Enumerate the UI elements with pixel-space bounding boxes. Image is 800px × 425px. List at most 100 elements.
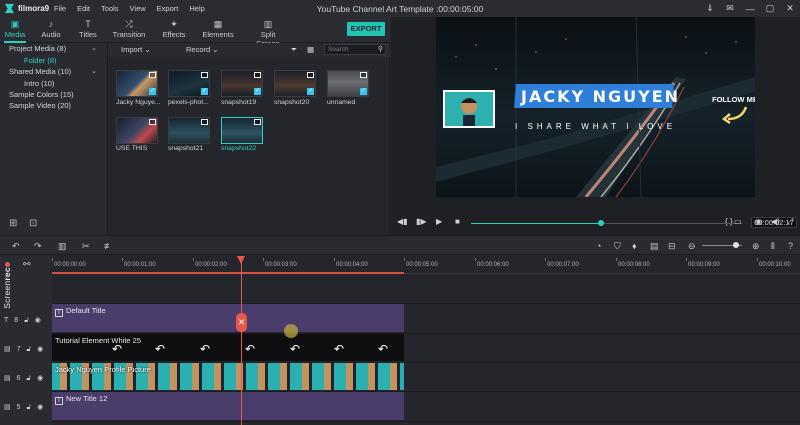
lock-icon[interactable]: 🔓︎ xyxy=(27,375,32,382)
delete-icon[interactable]: ▥ xyxy=(58,241,67,252)
media-thumbnail[interactable]: ✓ xyxy=(327,70,369,97)
download-icon[interactable]: ⇓ xyxy=(700,3,720,14)
menu-tools[interactable]: Tools xyxy=(101,4,119,13)
menu-edit[interactable]: Edit xyxy=(77,4,90,13)
track-manager-icon[interactable]: ⫴ xyxy=(771,241,775,252)
playhead-handle[interactable] xyxy=(237,256,245,264)
zoom-slider-handle[interactable] xyxy=(733,242,739,248)
grid-view-icon[interactable]: ▦ xyxy=(307,45,314,54)
media-folder-icon: ▣ xyxy=(10,19,20,29)
play-pause-icon[interactable]: ▮▶ xyxy=(416,217,427,226)
volume-icon[interactable]: ◀) xyxy=(771,217,780,226)
split-marker-icon[interactable]: ✕ xyxy=(236,313,247,332)
media-item-label: snapshot20 xyxy=(274,99,310,106)
media-thumbnail[interactable]: ✓ xyxy=(116,70,158,97)
checkmark-icon: ✓ xyxy=(360,88,367,95)
tab-media[interactable]: ▣ Media xyxy=(4,19,26,43)
eye-icon[interactable]: ◉ xyxy=(37,404,43,411)
tab-transition[interactable]: ⤮ Transition xyxy=(112,19,146,39)
media-thumbnail[interactable]: ✓ xyxy=(168,70,210,97)
eye-icon[interactable]: ◉ xyxy=(35,317,41,324)
play-icon[interactable]: ▶ xyxy=(436,217,442,226)
stop-icon[interactable]: ■ xyxy=(455,217,460,226)
tree-item-sample-colors[interactable]: Sample Colors (15) xyxy=(9,90,97,100)
playhead-line[interactable] xyxy=(241,256,242,425)
ruler-tick-label: 00:00:03:00 xyxy=(263,258,297,268)
brace-markers[interactable]: { } xyxy=(725,217,733,226)
zoom-out-icon[interactable]: ⊖ xyxy=(688,241,696,252)
menu-file[interactable]: File xyxy=(54,4,66,13)
adjust-icon[interactable]: ≢ xyxy=(104,241,113,251)
record-dropdown[interactable]: Record ⌄ xyxy=(186,45,219,54)
help-icon[interactable]: ? xyxy=(788,241,793,251)
lock-icon[interactable]: 🔓︎ xyxy=(24,317,29,324)
add-folder-icon[interactable]: ⊞ xyxy=(9,218,17,229)
track-number: 5 xyxy=(16,404,21,411)
marker-icon[interactable]: ⛉ xyxy=(614,241,621,252)
render-icon[interactable]: ◔ xyxy=(596,241,601,251)
track-header-6: ▤ 6 🔓︎ ◉ xyxy=(4,374,49,383)
audio-mixer-icon[interactable]: ▤ xyxy=(650,241,659,252)
eye-icon[interactable]: ◉ xyxy=(37,375,43,382)
tab-audio[interactable]: ♪ Audio xyxy=(40,19,62,39)
media-thumbnail[interactable]: ✓ xyxy=(274,70,316,97)
folder-icon[interactable]: ⊡ xyxy=(29,218,37,229)
previous-frame-icon[interactable]: ◀▮ xyxy=(397,217,408,226)
search-input[interactable]: Search ⚲ xyxy=(324,44,386,55)
ruler-tick-label: 00:00:01:00 xyxy=(122,258,156,268)
snap-link-icon[interactable]: ⚯ xyxy=(23,259,31,270)
minimize-button[interactable]: — xyxy=(740,4,760,14)
tab-elements[interactable]: ▦ Elements xyxy=(202,19,234,39)
tree-item-intro[interactable]: Intro (10) xyxy=(24,79,94,89)
voiceover-icon[interactable]: ♦ xyxy=(632,241,637,251)
clip-name: Tutorial Element White 25 xyxy=(55,336,142,345)
media-thumbnail[interactable] xyxy=(116,117,158,144)
detach-icon[interactable]: ⊟ xyxy=(668,241,676,252)
tree-item-shared-media[interactable]: Shared Media (10) ⌄ xyxy=(9,67,97,77)
mail-icon[interactable]: ✉ xyxy=(720,3,740,14)
clip-label: Tutorial Element White 25 xyxy=(55,336,141,345)
lock-icon[interactable]: 🔓︎ xyxy=(27,346,32,353)
media-thumbnail[interactable] xyxy=(168,117,210,144)
tree-item-sample-video[interactable]: Sample Video (20) xyxy=(9,101,97,111)
clip-profile-picture[interactable]: Jacky Nguyen Profile Picture xyxy=(52,363,404,390)
tab-titles[interactable]: T Titles xyxy=(78,19,98,39)
snapshot-icon[interactable]: ◉ xyxy=(755,217,762,226)
redo-icon[interactable]: ↷ xyxy=(34,241,42,252)
media-library: Import ⌄ Record ⌄ ⏷ ▦ Search ⚲ ✓ Jacky N… xyxy=(108,43,390,235)
media-thumbnail-selected[interactable] xyxy=(221,117,263,144)
menu-view[interactable]: View xyxy=(130,4,146,13)
search-icon[interactable]: ⚲ xyxy=(378,45,383,54)
tab-effects[interactable]: ✦ Effects xyxy=(161,19,187,39)
ruler-tick-label: 00:00:05:00 xyxy=(404,258,438,268)
zoom-in-icon[interactable]: ⊕ xyxy=(752,241,760,252)
library-tabs: ▣ Media ♪ Audio T Titles ⤮ Transition ✦ … xyxy=(0,17,390,48)
clip-default-title[interactable]: T Default Title xyxy=(52,304,404,332)
tree-item-project-media[interactable]: Project Media (8) ⌄ xyxy=(9,44,97,54)
import-dropdown[interactable]: Import ⌄ xyxy=(121,45,151,54)
clip-new-title[interactable]: T New Title 12 xyxy=(52,392,404,420)
menu-help[interactable]: Help xyxy=(189,4,204,13)
filter-icon[interactable]: ⏷ xyxy=(291,45,297,55)
maximize-button[interactable]: ▢ xyxy=(760,3,780,14)
import-label: Import xyxy=(121,45,143,54)
playback-progress[interactable] xyxy=(471,220,742,226)
undo-icon[interactable]: ↶ xyxy=(12,241,20,252)
close-button[interactable]: ✕ xyxy=(780,3,800,14)
chevron-down-icon[interactable]: ⌄ xyxy=(91,67,97,75)
chevron-down-icon[interactable]: ⌄ xyxy=(91,44,97,52)
ruler-tick-label: 00:00:08:00 xyxy=(616,258,650,268)
text-clip-icon: T xyxy=(55,309,63,317)
image-type-icon xyxy=(149,72,156,78)
clip-tutorial-element[interactable]: Tutorial Element White 25 ↶ ↶ ↶ ↶ ↶ ↶ ↶ xyxy=(52,334,404,361)
cut-icon[interactable]: ✂ xyxy=(82,241,90,252)
fullscreen-icon[interactable]: ⤢ xyxy=(787,217,793,227)
tree-item-folder[interactable]: Folder (8) xyxy=(24,56,94,66)
display-settings-icon[interactable]: ▭ xyxy=(734,217,742,226)
menu-export[interactable]: Export xyxy=(157,4,179,13)
arrow-frame-icon: ↶ xyxy=(290,342,301,356)
eye-icon[interactable]: ◉ xyxy=(37,346,43,353)
export-button[interactable]: EXPORT xyxy=(347,22,385,36)
lock-icon[interactable]: 🔓︎ xyxy=(27,404,32,411)
media-thumbnail[interactable]: ✓ xyxy=(221,70,263,97)
